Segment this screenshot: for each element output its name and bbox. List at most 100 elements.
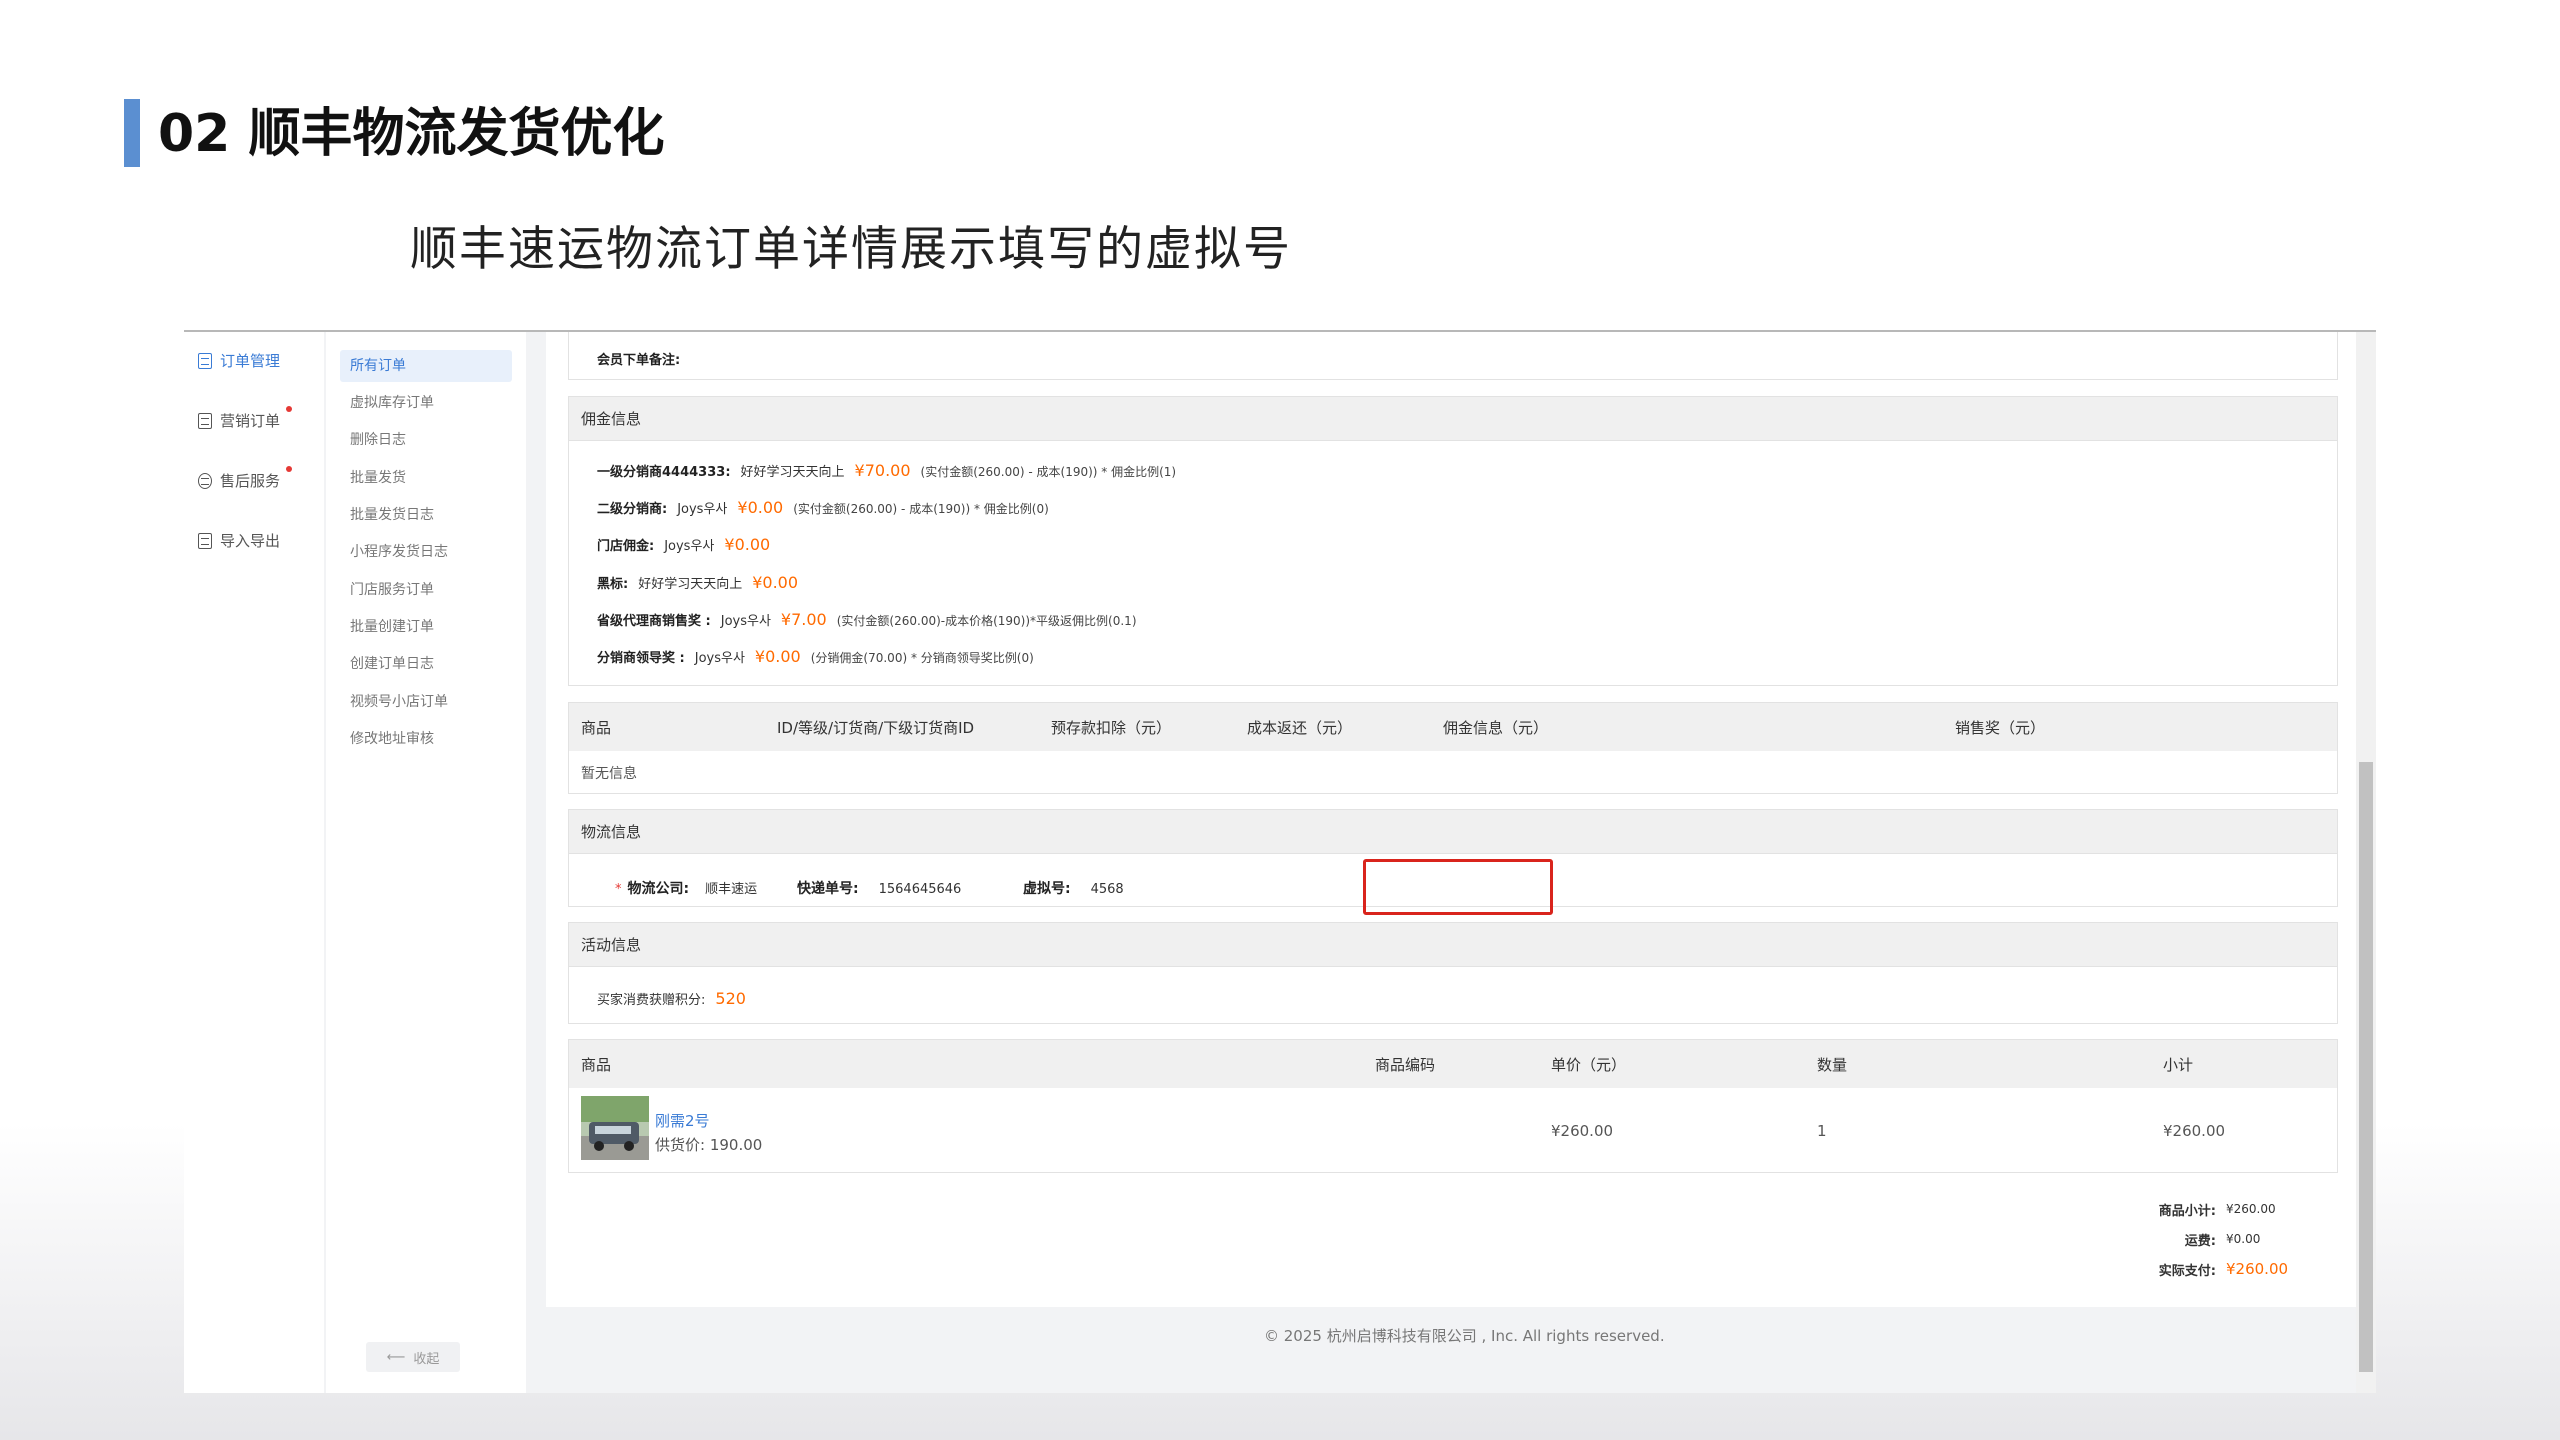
subnav-item[interactable]: 视频号小店订单 xyxy=(340,686,512,718)
subnav-item[interactable]: 批量发货日志 xyxy=(340,499,512,531)
subnav-item[interactable]: 小程序发货日志 xyxy=(340,536,512,568)
activity-panel: 活动信息 买家消费获赠积分: 520 xyxy=(568,922,2338,1024)
logistics-company-label: 物流公司: xyxy=(627,881,690,897)
commission-row: 一级分销商4444333: 好好学习天天向上 ¥70.00 (实付金额(260.… xyxy=(597,461,1176,480)
commission-name: 好好学习天天向上 xyxy=(740,465,845,480)
subnav-item[interactable]: 门店服务订单 xyxy=(340,574,512,606)
points-label: 买家消费获赠积分: xyxy=(597,993,706,1008)
commission-label: 省级代理商销售奖 : xyxy=(597,614,711,629)
document-icon xyxy=(198,352,212,369)
commission-name: Joys우사 xyxy=(694,651,745,666)
goods-subtotal-label: 商品小计: xyxy=(2158,1203,2216,1219)
commission-name: Joys우사 xyxy=(677,502,728,517)
column-header: 预存款扣除（元） xyxy=(1051,719,1172,737)
commission-name: Joys우사 xyxy=(720,614,771,629)
sidebar-item-label: 售后服务 xyxy=(220,472,281,490)
commission-detail: (实付金额(260.00) - 成本(190)) * 佣金比例(0) xyxy=(793,502,1049,516)
commission-row: 省级代理商销售奖 : Joys우사 ¥7.00 (实付金额(260.00)-成本… xyxy=(597,610,1137,629)
commission-label: 二级分销商: xyxy=(597,502,668,517)
column-header: 商品 xyxy=(581,719,612,737)
tracking-number-label: 快递单号: xyxy=(797,881,859,897)
commission-panel: 佣金信息 一级分销商4444333: 好好学习天天向上 ¥70.00 (实付金额… xyxy=(568,396,2338,686)
sidebar-item-order-management[interactable]: 订单管理 xyxy=(198,350,280,371)
product-name-link[interactable]: 刚需2号 xyxy=(655,1110,710,1131)
commission-detail: (实付金额(260.00) - 成本(190)) * 佣金比例(1) xyxy=(920,465,1177,479)
commission-name: 好好学习天天向上 xyxy=(638,577,743,592)
column-header: 成本返还（元） xyxy=(1247,719,1353,737)
collapse-label: 收起 xyxy=(413,1351,440,1367)
column-header: 销售奖（元） xyxy=(1955,719,2046,737)
subnav-item[interactable]: 批量创建订单 xyxy=(340,611,512,643)
commission-row: 门店佣金: Joys우사 ¥0.00 xyxy=(597,535,770,554)
activity-title: 活动信息 xyxy=(569,923,2337,967)
subnav-item[interactable]: 虚拟库存订单 xyxy=(340,387,512,419)
commission-detail: (实付金额(260.00)-成本价格(190))*平级返佣比例(0.1) xyxy=(836,614,1137,628)
subnav-item[interactable]: 创建订单日志 xyxy=(340,648,512,680)
subnav-item[interactable]: 修改地址审核 xyxy=(340,723,512,755)
column-header: ID/等级/订货商/下级订货商ID xyxy=(777,719,975,737)
sidebar-item-label: 营销订单 xyxy=(220,412,281,430)
paid-value: ¥260.00 xyxy=(2226,1260,2289,1278)
shipping-label: 运费: xyxy=(2184,1233,2216,1249)
notification-dot xyxy=(286,466,292,472)
product-thumbnail xyxy=(581,1096,649,1160)
goods-table-header: 商品 商品编码 单价（元） 数量 小计 xyxy=(569,1040,2337,1088)
vertical-scrollbar[interactable] xyxy=(2356,332,2376,1393)
subnav-item[interactable]: 删除日志 xyxy=(340,424,512,456)
paid-row: 实际支付: ¥260.00 xyxy=(2126,1254,2326,1284)
collapse-sidebar-button[interactable]: ⟵ 收起 xyxy=(366,1342,460,1372)
secondary-sidebar: 所有订单 虚拟库存订单 删除日志 批量发货 批量发货日志 小程序发货日志 门店服… xyxy=(326,332,526,1393)
sidebar-item-label: 订单管理 xyxy=(220,352,281,370)
commission-row: 黑标: 好好学习天天向上 ¥0.00 xyxy=(597,573,798,592)
column-header: 商品编码 xyxy=(1375,1056,1436,1074)
copyright-footer: © 2025 杭州启博科技有限公司 , Inc. All rights rese… xyxy=(1264,1327,1665,1345)
column-header: 单价（元） xyxy=(1551,1056,1627,1074)
document-icon xyxy=(198,412,212,429)
arrow-left-icon: ⟵ xyxy=(386,1349,406,1365)
commission-amount: ¥70.00 xyxy=(854,461,911,480)
commission-label: 黑标: xyxy=(597,577,629,592)
commission-amount: ¥0.00 xyxy=(737,498,784,517)
sidebar-item-label: 导入导出 xyxy=(220,532,281,550)
commission-label: 门店佣金: xyxy=(597,539,655,554)
commission-row: 二级分销商: Joys우사 ¥0.00 (实付金额(260.00) - 成本(1… xyxy=(597,498,1049,517)
column-header: 佣金信息（元） xyxy=(1443,719,1549,737)
embedded-screenshot: 订单管理 营销订单 售后服务 导入导出 所有订单 虚拟库存订单 删除日志 批量发… xyxy=(184,330,2376,1393)
subnav-item[interactable]: 批量发货 xyxy=(340,462,512,494)
tracking-number-value: 1564645646 xyxy=(878,882,962,897)
empty-message: 暂无信息 xyxy=(581,766,637,782)
shipping-row: 运费: ¥0.00 xyxy=(2126,1224,2326,1254)
logistics-company-value: 顺丰速运 xyxy=(705,882,758,897)
paid-label: 实际支付: xyxy=(2158,1263,2216,1279)
virtual-number-value: 4568 xyxy=(1090,882,1124,897)
sidebar-item-marketing-orders[interactable]: 营销订单 xyxy=(198,410,280,431)
member-note-label: 会员下单备注: xyxy=(597,353,681,368)
notification-dot xyxy=(286,406,292,412)
commission-name: Joys우사 xyxy=(664,539,715,554)
scrollbar-thumb[interactable] xyxy=(2359,762,2373,1372)
supply-price: 供货价: 190.00 xyxy=(655,1136,763,1154)
quantity: 1 xyxy=(1817,1122,1827,1140)
virtual-number-row: 虚拟号: 4568 xyxy=(1023,878,1124,898)
sidebar-item-import-export[interactable]: 导入导出 xyxy=(198,530,280,551)
sidebar-item-after-sales[interactable]: 售后服务 xyxy=(198,470,280,491)
goods-subtotal-value: ¥260.00 xyxy=(2226,1202,2276,1216)
commission-amount: ¥0.00 xyxy=(752,573,799,592)
column-header: 小计 xyxy=(2163,1056,2194,1074)
commission-amount: ¥7.00 xyxy=(780,610,827,629)
commission-amount: ¥0.00 xyxy=(724,535,771,554)
logistics-title: 物流信息 xyxy=(569,810,2337,854)
prepay-table-header: 商品 ID/等级/订货商/下级订货商ID 预存款扣除（元） 成本返还（元） 佣金… xyxy=(569,703,2337,751)
headset-icon xyxy=(198,472,212,489)
virtual-number-highlight-box xyxy=(1363,859,1553,915)
commission-label: 一级分销商4444333: xyxy=(597,465,731,480)
export-icon xyxy=(198,532,212,549)
slide-subtitle: 顺丰速运物流订单详情展示填写的虚拟号 xyxy=(410,222,1292,277)
subtotal: ¥260.00 xyxy=(2163,1122,2226,1140)
points-row: 买家消费获赠积分: 520 xyxy=(597,989,746,1008)
title-accent-bar xyxy=(124,99,140,167)
subnav-item-all-orders[interactable]: 所有订单 xyxy=(340,350,512,382)
prepay-table: 商品 ID/等级/订货商/下级订货商ID 预存款扣除（元） 成本返还（元） 佣金… xyxy=(568,702,2338,794)
required-mark: * xyxy=(615,882,622,897)
column-header: 商品 xyxy=(581,1056,612,1074)
